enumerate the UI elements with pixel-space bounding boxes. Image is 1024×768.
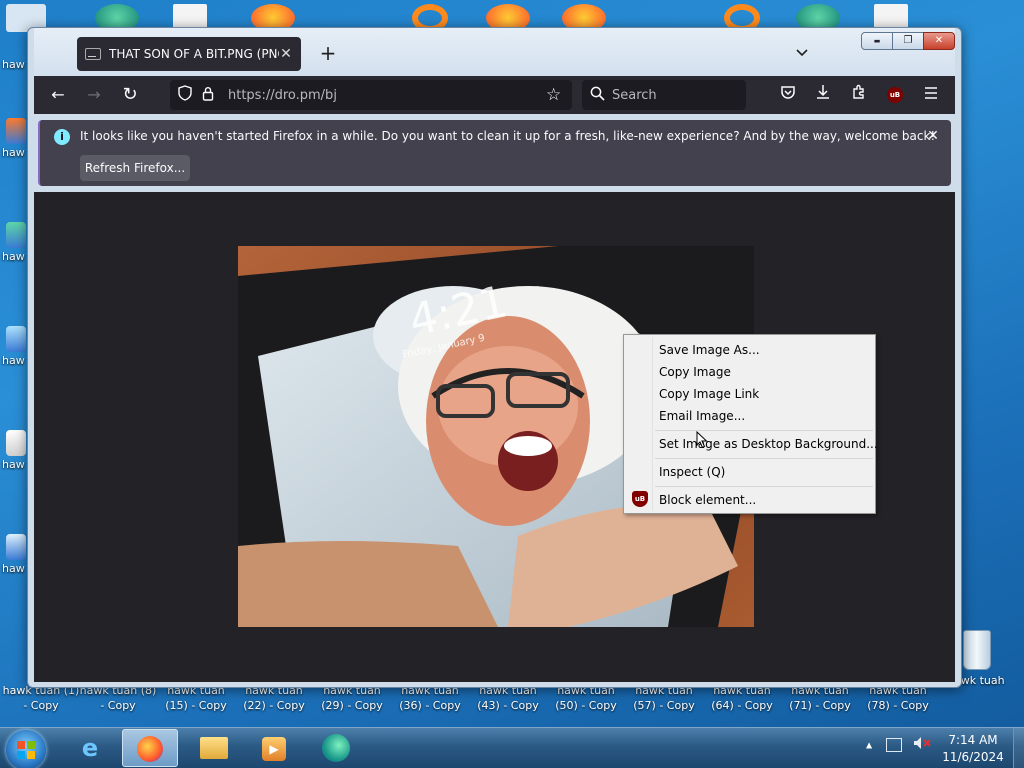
start-button[interactable]: [6, 730, 46, 768]
desktop-icon-left[interactable]: haw: [2, 534, 26, 575]
image-favicon-icon: [85, 48, 101, 60]
desktop-icon-left[interactable]: haw: [2, 430, 26, 471]
close-icon[interactable]: ✕: [924, 127, 942, 145]
desktop-icon-left[interactable]: haw: [2, 326, 26, 367]
back-button[interactable]: ←: [46, 83, 70, 107]
desktop-icon-left[interactable]: haw: [2, 222, 26, 263]
ublock-badge: uB: [887, 87, 903, 103]
desktop-icon-label: haw: [2, 146, 25, 159]
volume-muted-icon[interactable]: [913, 736, 931, 753]
tab-title: THAT SON OF A BIT.PNG (PNG: [109, 47, 279, 61]
close-icon[interactable]: ✕: [279, 46, 293, 62]
desktop-bottom-row: hawk tuah (1) - Copy hawk tuah (8) - Copy …: [0, 683, 1024, 717]
menu-divider: [655, 486, 873, 487]
clock-time: 7:14 AM: [948, 733, 998, 747]
new-tab-button[interactable]: +: [316, 42, 340, 66]
media-player-taskbar-icon[interactable]: ▶: [246, 729, 302, 767]
notification-message: It looks like you haven't started Firefo…: [80, 129, 936, 143]
extensions-icon[interactable]: [847, 83, 871, 107]
window-controls: ▬ ❐ ✕: [861, 32, 955, 50]
maximize-button[interactable]: ❐: [892, 32, 924, 50]
internet-explorer-taskbar-icon[interactable]: e: [62, 729, 118, 767]
download-icon[interactable]: [811, 83, 835, 107]
search-input[interactable]: Search: [612, 88, 657, 103]
info-icon: i: [54, 129, 70, 145]
refresh-notification-bar: i It looks like you haven't started Fire…: [38, 120, 951, 186]
edge-shortcut-icon: [6, 222, 26, 248]
pocket-icon[interactable]: [776, 83, 800, 107]
menu-item-copy-image-link[interactable]: Copy Image Link: [659, 383, 759, 405]
lock-icon[interactable]: [202, 86, 220, 105]
taskbar: e ▶ ▲ 7:14 AM 11/6/2024: [0, 727, 1024, 768]
firefox-taskbar-icon[interactable]: [122, 729, 178, 767]
show-desktop-button[interactable]: [1013, 728, 1024, 768]
file-explorer-taskbar-icon[interactable]: [186, 729, 242, 767]
menu-divider: [655, 430, 873, 431]
ublock-origin-icon[interactable]: uB: [883, 83, 907, 107]
menu-item-block-element[interactable]: Block element...: [659, 489, 756, 511]
tab-bar: THAT SON OF A BIT.PNG (PNG ✕ + ▬ ❐ ✕: [34, 28, 955, 76]
desktop-icon-label: haw: [2, 250, 25, 263]
reload-button[interactable]: ↻: [118, 83, 142, 107]
tab-image[interactable]: THAT SON OF A BIT.PNG (PNG ✕: [77, 37, 301, 71]
desktop-icon-label: haw: [2, 458, 25, 471]
mouse-cursor-icon: [696, 431, 708, 449]
search-bar[interactable]: Search: [582, 80, 746, 110]
system-tray: ▲: [866, 736, 931, 753]
desktop-icon-label: haw: [2, 562, 25, 575]
search-icon: [590, 86, 612, 105]
desktop-icon-label: haw: [2, 58, 25, 71]
desktop-icon-label: haw: [2, 354, 25, 367]
menu-gutter: [652, 337, 653, 511]
refresh-firefox-button[interactable]: Refresh Firefox...: [80, 155, 190, 181]
menu-item-inspect[interactable]: Inspect (Q): [659, 461, 725, 483]
close-window-button[interactable]: ✕: [923, 32, 955, 50]
recycle-bin-icon: [963, 630, 991, 670]
tray-expand-icon[interactable]: ▲: [866, 741, 872, 750]
taskbar-clock[interactable]: 7:14 AM 11/6/2024: [942, 732, 1004, 766]
app-shortcut-icon: [6, 326, 26, 352]
play-icon: ▶: [262, 737, 286, 761]
menu-item-save-image[interactable]: Save Image As...: [659, 339, 760, 361]
desktop-icon-left[interactable]: haw: [2, 46, 26, 71]
nav-toolbar: ← → ↻ https://dro.pm/bj ☆ Search uB: [34, 76, 955, 114]
menu-item-email-image[interactable]: Email Image...: [659, 405, 745, 427]
firefox-icon: [137, 736, 163, 762]
url-bar[interactable]: https://dro.pm/bj ☆: [170, 80, 572, 110]
desktop-icon-left[interactable]: haw: [2, 118, 26, 159]
minimize-button[interactable]: ▬: [861, 32, 893, 50]
network-icon[interactable]: [885, 737, 902, 752]
ublock-origin-icon: uB: [632, 491, 648, 507]
folder-icon: [200, 737, 228, 759]
menu-divider: [655, 458, 873, 459]
edge-icon: [322, 734, 350, 762]
clock-date: 11/6/2024: [942, 750, 1004, 764]
forward-button[interactable]: →: [82, 83, 106, 107]
shield-icon[interactable]: [178, 85, 196, 105]
chevron-down-icon[interactable]: [790, 42, 814, 66]
url-text: https://dro.pm/bj: [228, 87, 337, 103]
document-shortcut-icon: [6, 430, 26, 456]
bookmark-star-icon[interactable]: ☆: [546, 85, 572, 105]
menu-item-set-desktop-background[interactable]: Set Image as Desktop Background...: [659, 433, 878, 455]
windows-logo-icon: [17, 741, 35, 759]
hamburger-menu-icon[interactable]: [919, 83, 943, 107]
image-context-menu: Save Image As... Copy Image Copy Image L…: [623, 334, 878, 514]
firefox-shortcut-icon: [6, 118, 26, 144]
app-shortcut-icon: [6, 534, 26, 560]
menu-item-copy-image[interactable]: Copy Image: [659, 361, 731, 383]
edge-taskbar-icon[interactable]: [308, 729, 364, 767]
